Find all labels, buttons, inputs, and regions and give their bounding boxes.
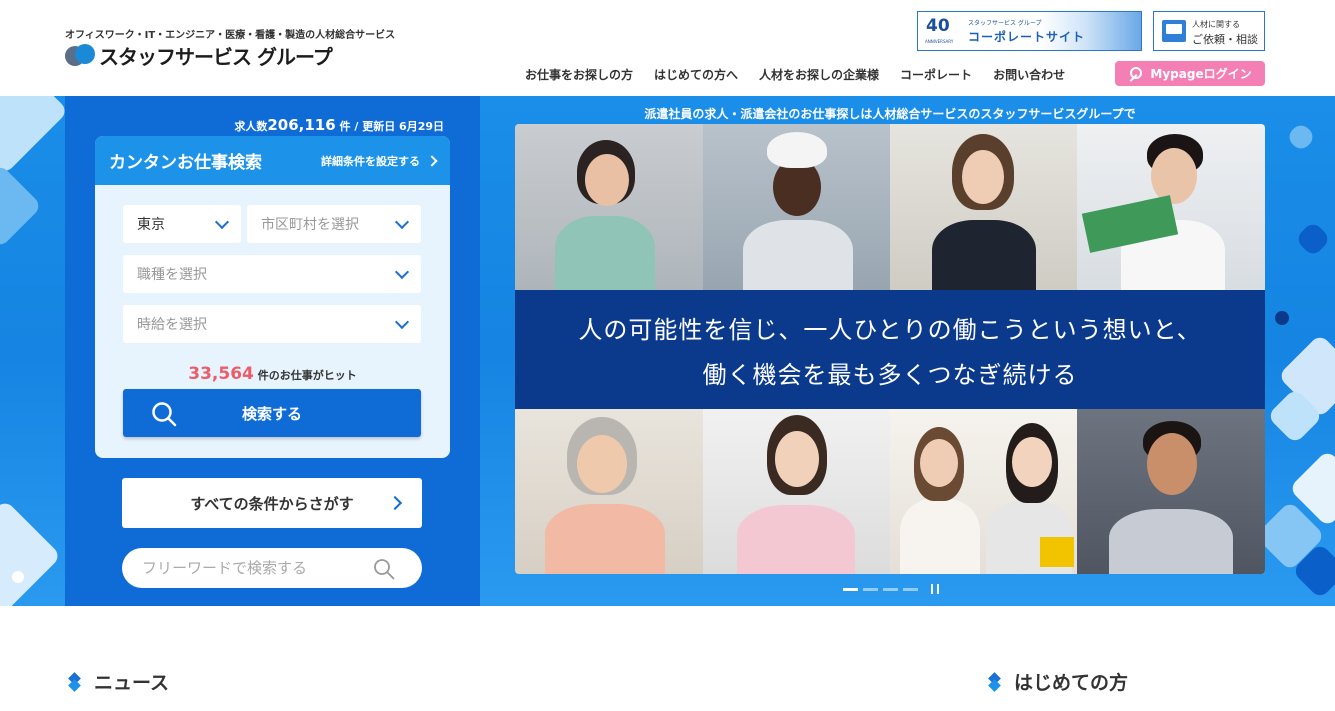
decor-tile xyxy=(0,96,69,175)
decor-tile xyxy=(1294,220,1332,258)
nav-item-companies[interactable]: 人材をお探しの企業様 xyxy=(759,66,879,83)
photo-worker-4 xyxy=(1077,124,1265,290)
photo-worker-8 xyxy=(1077,409,1265,574)
computer-icon xyxy=(1162,20,1186,42)
search-button[interactable]: 検索する xyxy=(123,389,421,437)
request-small-label: 人材に関する xyxy=(1192,20,1240,29)
chevron-down-icon xyxy=(394,214,410,230)
news-section-title: ニュース xyxy=(68,668,169,695)
mypage-login-button[interactable]: Mypageログイン xyxy=(1115,61,1265,86)
corporate-group-label: スタッフサービス グループ xyxy=(968,20,1042,27)
all-conditions-button[interactable]: すべての条件からさがす xyxy=(122,478,422,528)
nav-item-contact[interactable]: お問い合わせ xyxy=(993,66,1065,83)
logo-text: スタッフサービス グループ xyxy=(99,44,333,69)
job-count-prefix: 求人数 xyxy=(234,120,268,133)
logo-tagline: オフィスワーク・IT・エンジニア・医療・看護・製造の人材総合サービス xyxy=(65,30,396,41)
news-title-label: ニュース xyxy=(94,672,170,694)
nav-item-corporate[interactable]: コーポレート xyxy=(900,66,972,83)
search-panel: 求人数206,116 件 / 更新日 6月29日 カンタンお仕事検索 詳細条件を… xyxy=(65,96,480,606)
first-time-title-label: はじめての方 xyxy=(1014,672,1129,694)
chevron-down-icon xyxy=(394,314,410,330)
corporate-site-banner[interactable]: 40 ANNIVERSARY スタッフサービス グループ コーポレートサイト xyxy=(917,11,1142,51)
city-select[interactable]: 市区町村を選択 xyxy=(247,205,421,243)
photo-worker-2 xyxy=(703,124,890,290)
detail-conditions-link[interactable]: 詳細条件を設定する xyxy=(321,153,438,169)
decor-tile xyxy=(1285,121,1317,153)
city-placeholder: 市区町村を選択 xyxy=(261,217,359,233)
key-icon xyxy=(1128,66,1143,81)
decor-tile xyxy=(0,163,43,249)
pause-icon[interactable] xyxy=(931,584,939,594)
hit-count-number: 33,564 xyxy=(188,364,254,384)
anniversary-badge-sub: ANNIVERSARY xyxy=(925,39,954,44)
site-logo[interactable]: スタッフサービス グループ xyxy=(65,42,333,69)
slide-dot-4[interactable] xyxy=(903,587,918,591)
detail-conditions-label: 詳細条件を設定する xyxy=(321,154,420,168)
hit-count: 33,564 件のお仕事がヒット xyxy=(95,364,450,384)
job-count: 求人数206,116 件 / 更新日 6月29日 xyxy=(234,116,444,134)
hero-caption: 派遣社員の求人・派遣会社のお仕事探しは人材総合サービスのスタッフサービスグループ… xyxy=(644,107,1136,121)
photo-worker-7 xyxy=(890,409,1077,574)
hit-count-suffix: 件のお仕事がヒット xyxy=(257,369,357,382)
logo-mark-icon xyxy=(65,44,97,66)
job-type-placeholder: 職種を選択 xyxy=(137,267,207,283)
quick-search-header: カンタンお仕事検索 詳細条件を設定する xyxy=(95,136,450,185)
nav-item-first-time[interactable]: はじめての方へ xyxy=(654,66,738,83)
chevron-down-icon xyxy=(394,264,410,280)
slogan-line-2: 働く機会を最も多くつなぎ続ける xyxy=(702,360,1078,389)
anniversary-badge: 40 xyxy=(926,16,950,36)
site-header: オフィスワーク・IT・エンジニア・医療・看護・製造の人材総合サービス スタッフサ… xyxy=(0,0,1335,96)
photo-worker-1 xyxy=(515,124,703,290)
prefecture-select[interactable]: 東京 xyxy=(123,205,241,243)
hero-slide[interactable]: 人の可能性を信じ、一人ひとりの働こうという想いと、 働く機会を最も多くつなぎ続け… xyxy=(515,124,1265,574)
photo-worker-3 xyxy=(890,124,1077,290)
job-count-suffix: 件 / 更新日 6月29日 xyxy=(339,120,444,133)
chevron-down-icon xyxy=(214,214,230,230)
quick-search-card: カンタンお仕事検索 詳細条件を設定する 東京 市区町村を選択 職種を選択 時給を… xyxy=(95,136,450,458)
hero-slogan: 人の可能性を信じ、一人ひとりの働こうという想いと、 働く機会を最も多くつなぎ続け… xyxy=(515,290,1265,409)
main-nav: お仕事をお探しの方 はじめての方へ 人材をお探しの企業様 コーポレート お問い合… xyxy=(525,66,1065,83)
photo-worker-6 xyxy=(703,409,890,574)
first-time-section-title: はじめての方 xyxy=(988,668,1128,695)
search-icon xyxy=(152,402,177,427)
mypage-login-label: Mypageログイン xyxy=(1150,67,1252,81)
photo-worker-5 xyxy=(515,409,703,574)
wage-select[interactable]: 時給を選択 xyxy=(123,305,421,343)
corporate-site-label: コーポレートサイト xyxy=(968,30,1086,44)
job-type-select[interactable]: 職種を選択 xyxy=(123,255,421,293)
slide-indicators xyxy=(843,584,939,594)
decor-tile xyxy=(0,499,62,606)
prefecture-value: 東京 xyxy=(137,217,165,233)
decor-tile xyxy=(1272,308,1292,328)
search-button-label: 検索する xyxy=(241,404,302,423)
request-consultation-button[interactable]: 人材に関する ご依頼・相談 xyxy=(1153,11,1265,51)
hero-section: 求人数206,116 件 / 更新日 6月29日 カンタンお仕事検索 詳細条件を… xyxy=(0,96,1335,606)
slide-dot-1[interactable] xyxy=(843,587,858,591)
job-count-number: 206,116 xyxy=(267,116,336,134)
slide-dot-2[interactable] xyxy=(863,587,878,591)
wage-placeholder: 時給を選択 xyxy=(137,317,207,333)
diamond-icon xyxy=(68,674,82,690)
diamond-icon xyxy=(988,674,1002,690)
chevron-right-icon xyxy=(426,154,438,167)
search-icon[interactable] xyxy=(373,558,395,580)
all-conditions-label: すべての条件からさがす xyxy=(190,494,354,513)
slide-dot-3[interactable] xyxy=(883,587,898,591)
request-large-label: ご依頼・相談 xyxy=(1192,33,1258,46)
nav-item-job-seekers[interactable]: お仕事をお探しの方 xyxy=(525,66,633,83)
quick-search-title: カンタンお仕事検索 xyxy=(109,153,262,173)
slogan-line-1: 人の可能性を信じ、一人ひとりの働こうという想いと、 xyxy=(578,315,1202,344)
chevron-right-icon xyxy=(387,495,403,511)
